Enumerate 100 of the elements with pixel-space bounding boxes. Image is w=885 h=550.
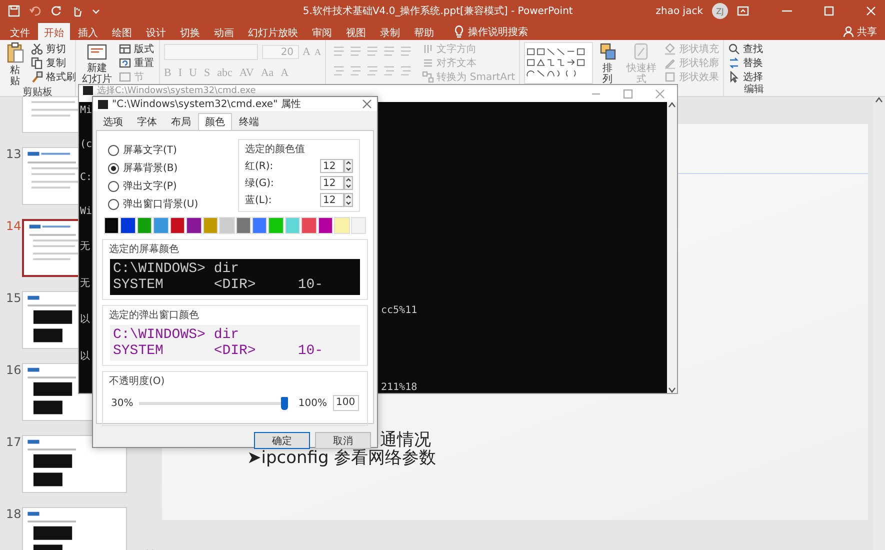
ribbon-command[interactable]: 复制 <box>31 56 76 69</box>
radio-option[interactable]: 屏幕文字(T) <box>108 143 198 157</box>
slide-text: 通情况 <box>380 429 431 450</box>
ribbon-tab[interactable]: 动画 <box>208 23 240 40</box>
color-swatch[interactable] <box>120 217 136 234</box>
close-icon <box>865 5 877 17</box>
color-swatch[interactable] <box>318 217 334 234</box>
pen-icon <box>664 56 676 68</box>
replace-icon <box>728 56 740 68</box>
new-slide-button[interactable]: 新建 幻灯片 <box>80 42 114 85</box>
number-field[interactable]: 12 <box>320 159 344 173</box>
dialog-tab[interactable]: 选项 <box>96 113 130 130</box>
paste-button[interactable]: 粘贴 <box>4 42 26 87</box>
ribbon-tab[interactable]: 绘图 <box>106 23 138 40</box>
dialog-tab[interactable]: 颜色 <box>198 113 232 130</box>
ribbon-command[interactable]: 剪切 <box>31 42 76 55</box>
user-avatar[interactable]: ZJ <box>712 3 728 19</box>
color-swatch[interactable] <box>186 217 202 234</box>
bucket-icon <box>664 42 676 54</box>
spinner-arrows-icon <box>344 193 353 207</box>
radio-option[interactable]: 弹出文字(P) <box>108 179 198 193</box>
field-label: 绿(G): <box>245 177 274 190</box>
color-swatch[interactable] <box>202 217 218 234</box>
dialog-tab[interactable]: 终端 <box>232 113 266 130</box>
console-text: 以 <box>80 350 90 363</box>
ribbon-tab[interactable]: 开始 <box>38 23 70 40</box>
radio-circle[interactable] <box>108 180 119 192</box>
ribbon-command[interactable]: 版式 <box>119 42 154 55</box>
copy-icon <box>31 56 43 68</box>
opacity-field[interactable]: 100 <box>333 395 359 411</box>
color-swatch[interactable] <box>252 217 268 234</box>
text-direction-icon <box>422 42 434 54</box>
color-swatch[interactable] <box>268 217 284 234</box>
ribbon-command[interactable]: 格式刷 <box>31 70 76 83</box>
share-button[interactable]: 共享 <box>835 23 885 40</box>
console-title: 选择C:\Windows\system32\cmd.exe <box>97 86 256 96</box>
radio-circle[interactable] <box>108 198 119 210</box>
color-preview: C:\WINDOWS> dir SYSTEM <DIR> 10- <box>110 259 360 295</box>
scroll-down-icon <box>668 387 676 393</box>
color-swatch[interactable] <box>170 217 186 234</box>
shape-gallery-drawing[interactable] <box>524 42 593 84</box>
color-swatch[interactable] <box>104 217 120 234</box>
scissors-icon <box>31 42 43 54</box>
ribbon-command[interactable]: 选择 <box>728 70 763 83</box>
slide-number: 15 <box>6 291 22 305</box>
radio-option[interactable]: 弹出窗口背景(U) <box>108 197 198 211</box>
ribbon-tab[interactable]: 审阅 <box>306 23 338 40</box>
ribbon-command[interactable]: 替换 <box>728 56 763 69</box>
color-swatch[interactable] <box>350 217 366 234</box>
color-swatch[interactable] <box>301 217 317 234</box>
arrange-button[interactable]: 排列 <box>596 42 619 85</box>
color-swatch[interactable] <box>219 217 234 234</box>
dialog-title: "C:\Windows\system32\cmd.exe" 属性 <box>112 98 302 111</box>
redo-icon <box>50 5 62 17</box>
color-swatch[interactable] <box>236 217 251 234</box>
pointer-icon <box>728 70 740 82</box>
color-swatch[interactable] <box>136 217 152 234</box>
scroll-up-icon <box>668 102 676 108</box>
console-text: (c <box>80 138 92 150</box>
color-swatch[interactable] <box>284 217 300 234</box>
slider-min-label: 30% <box>111 398 134 408</box>
field-label: 红(R): <box>245 160 274 173</box>
ribbon-tab[interactable]: 插入 <box>72 23 104 40</box>
ribbon-tab[interactable]: 切换 <box>174 23 206 40</box>
group-title: 选定的弹出窗口颜色 <box>109 308 200 322</box>
dialog-button[interactable]: 取消 <box>315 432 371 449</box>
slider-thumb[interactable] <box>281 396 288 410</box>
console-text: Mi <box>80 105 92 116</box>
radio-circle[interactable] <box>108 144 119 156</box>
ribbon-tab[interactable]: 帮助 <box>408 23 440 40</box>
ribbon-tab[interactable]: 录制 <box>374 23 406 40</box>
console-scrollbar[interactable] <box>667 102 677 393</box>
slide-number: 18 <box>6 507 22 521</box>
radio-option[interactable]: 屏幕背景(B) <box>108 161 198 175</box>
tell-me-search[interactable]: 操作说明搜索 <box>450 23 532 40</box>
console-text: 以 <box>80 312 90 326</box>
ribbon-tab[interactable]: 设计 <box>140 23 172 40</box>
ribbon-command[interactable]: 重置 <box>119 56 154 69</box>
ribbon-tab[interactable]: 文件 <box>4 23 36 40</box>
font-name-field[interactable] <box>164 44 258 60</box>
dialog-button[interactable]: 确定 <box>254 432 310 449</box>
align-text-icon <box>422 56 434 68</box>
slide-number: 14 <box>6 219 22 233</box>
color-swatch[interactable] <box>334 217 350 234</box>
dialog-tab[interactable]: 字体 <box>130 113 164 130</box>
ribbon-tab[interactable]: 幻灯片放映 <box>242 23 304 40</box>
number-field[interactable]: 12 <box>320 176 344 190</box>
ribbon-command[interactable]: 查找 <box>728 42 763 55</box>
window-title: 5.软件技术基础V4.0_操作系统.ppt[兼容模式] - PowerPoint <box>302 4 574 18</box>
console-text: 无 <box>80 240 90 254</box>
radio-circle[interactable] <box>108 162 119 174</box>
color-swatch[interactable] <box>153 217 169 234</box>
dialog-tab[interactable]: 布局 <box>164 113 198 130</box>
number-field[interactable]: 12 <box>320 193 344 207</box>
undo-icon <box>29 5 41 17</box>
person-icon <box>843 26 854 37</box>
slide-number: 16 <box>6 363 22 377</box>
ribbon-tab[interactable]: 视图 <box>340 23 372 40</box>
console-text: 无 <box>80 276 90 290</box>
close-icon <box>362 99 372 109</box>
